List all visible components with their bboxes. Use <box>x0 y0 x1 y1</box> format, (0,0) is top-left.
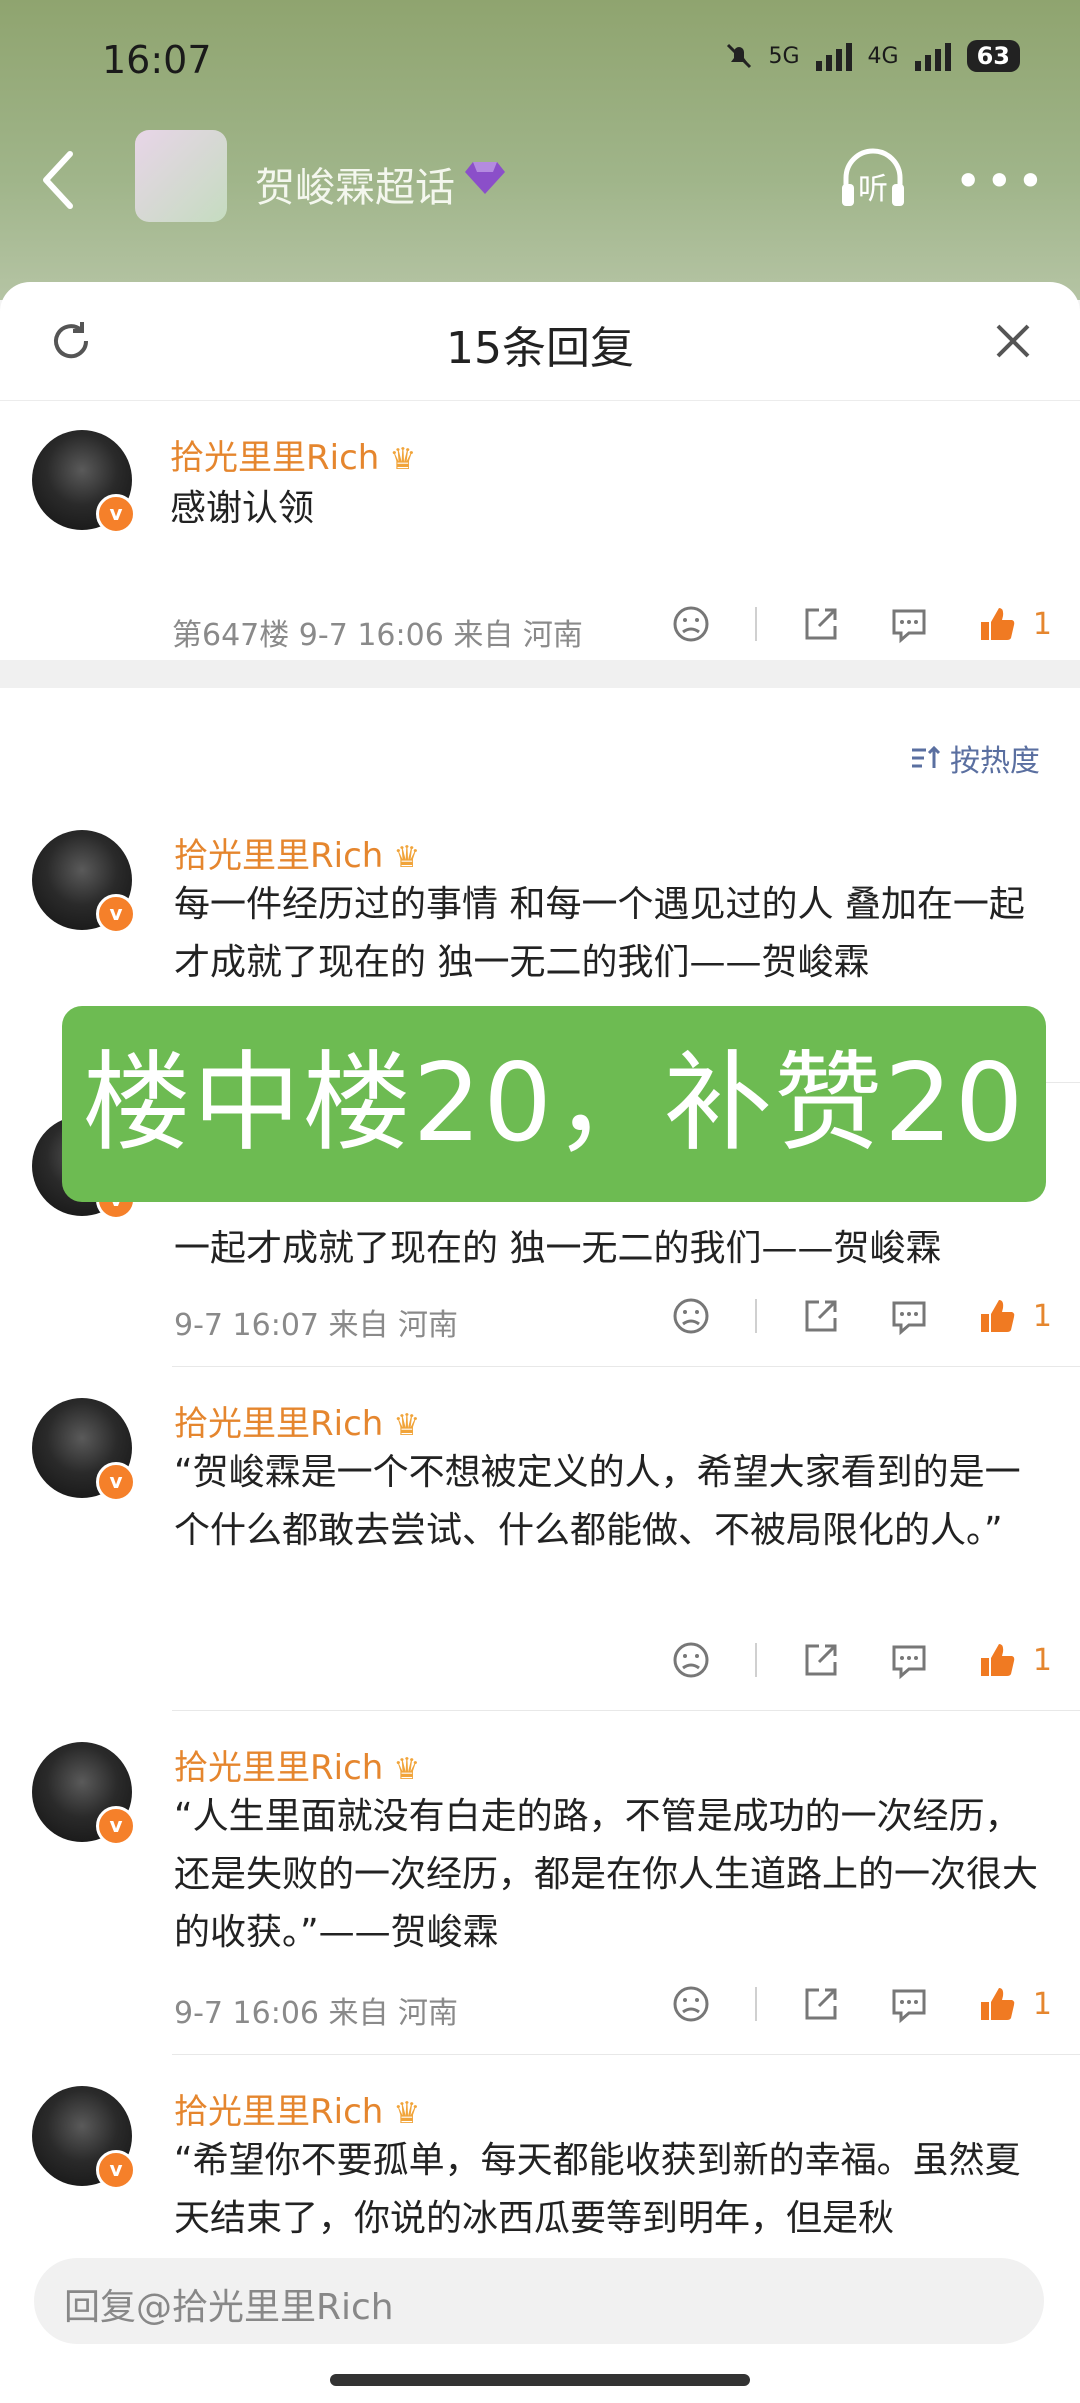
row-divider <box>172 2054 1080 2055</box>
reply-username[interactable]: 拾光里里Rich ♛ <box>174 1740 420 1789</box>
like-icon[interactable] <box>973 600 1021 648</box>
sheet-title: 15条回复 <box>446 323 634 374</box>
action-divider <box>754 607 757 641</box>
reply-input[interactable]: 回复@拾光里里Rich <box>34 2258 1044 2344</box>
comment-icon[interactable] <box>885 1292 933 1340</box>
sort-icon <box>912 745 941 768</box>
share-icon[interactable] <box>797 1636 845 1684</box>
reply-text: 一起才成就了现在的 独一无二的我们——贺峻霖 <box>174 1228 942 1269</box>
reply-username[interactable]: 拾光里里Rich ♛ <box>174 1396 420 1445</box>
comment-meta: 第647楼 9-7 16:06 来自 河南 <box>172 618 583 653</box>
gem-icon <box>465 162 505 194</box>
comment-text: 感谢认领 <box>170 488 315 529</box>
dislike-icon[interactable] <box>667 1292 715 1340</box>
more-options-icon[interactable]: ••• <box>955 154 1048 208</box>
signal-icon-2 <box>914 43 951 71</box>
avatar[interactable]: v <box>32 430 136 534</box>
sort-button[interactable]: 按热度 <box>910 736 1040 780</box>
dislike-icon[interactable] <box>667 1636 715 1684</box>
verified-badge: v <box>96 494 136 534</box>
sheet-header: 15条回复 <box>0 282 1080 401</box>
topic-title[interactable]: 贺峻霖超话 <box>255 155 455 213</box>
comment-username[interactable]: 拾光里里Rich ♛ <box>170 430 416 479</box>
listen-label: 听 <box>858 172 888 207</box>
share-icon[interactable] <box>797 1980 845 2028</box>
username-text: 拾光里里Rich <box>170 438 380 478</box>
crown-icon: ♛ <box>389 442 417 477</box>
share-icon[interactable] <box>797 1292 845 1340</box>
listen-button[interactable]: 听 <box>836 140 910 214</box>
comment-icon[interactable] <box>885 1980 933 2028</box>
topic-header: 贺峻霖超话 听 ••• <box>0 130 1080 230</box>
row-divider <box>172 1366 1080 1367</box>
like-icon[interactable] <box>973 1636 1021 1684</box>
back-arrow-icon[interactable] <box>28 140 88 220</box>
reply-text: “贺峻霖是一个不想被定义的人，希望大家看到的是一个什么都敢去尝试、什么都能做、不… <box>174 1452 1021 1551</box>
dislike-icon[interactable] <box>667 1980 715 2028</box>
avatar[interactable]: v <box>32 1742 136 1846</box>
dislike-icon[interactable] <box>667 600 715 648</box>
share-icon[interactable] <box>797 600 845 648</box>
like-count: 1 <box>1032 606 1052 642</box>
row-divider <box>172 1710 1080 1711</box>
reply-actions: 1 <box>627 1636 1052 1684</box>
close-icon[interactable] <box>990 318 1036 364</box>
reply-username[interactable]: 拾光里里Rich ♛ <box>174 828 420 877</box>
crown-icon: ♛ <box>393 2096 421 2131</box>
home-indicator[interactable] <box>330 2374 750 2386</box>
verified-badge: v <box>96 1462 136 1502</box>
like-count: 1 <box>1032 1986 1052 2022</box>
username-text: 拾光里里Rich <box>174 2092 384 2132</box>
reply-meta: 9-7 16:06 来自 河南 <box>174 1996 459 2031</box>
status-icons: 5G 4G 63 <box>723 40 1020 72</box>
like-icon[interactable] <box>973 1292 1021 1340</box>
signal-5g-label: 5G <box>768 43 800 69</box>
action-divider <box>754 1299 757 1333</box>
sort-label: 按热度 <box>950 744 1040 779</box>
username-text: 拾光里里Rich <box>174 1748 384 1788</box>
reply-username[interactable]: 拾光里里Rich ♛ <box>174 2084 420 2133</box>
mute-icon <box>726 43 751 69</box>
comment-actions: 1 <box>627 600 1052 648</box>
comment-icon[interactable] <box>885 600 933 648</box>
crown-icon: ♛ <box>393 1408 421 1443</box>
action-divider <box>754 1987 757 2021</box>
avatar[interactable]: v <box>32 830 136 934</box>
crown-icon: ♛ <box>393 840 421 875</box>
topic-avatar[interactable] <box>135 130 227 222</box>
like-count: 1 <box>1032 1642 1052 1678</box>
verified-badge: v <box>96 894 136 934</box>
avatar[interactable]: v <box>32 2086 136 2190</box>
action-divider <box>754 1643 757 1677</box>
username-text: 拾光里里Rich <box>174 836 384 876</box>
reply-text: “人生里面就没有白走的路，不管是成功的一次经历，还是失败的一次经历，都是在你人生… <box>174 1796 1039 1953</box>
reply-placeholder: 回复@拾光里里Rich <box>64 2287 394 2328</box>
like-count: 1 <box>1032 1298 1052 1334</box>
status-time: 16:07 <box>102 38 212 82</box>
reply-sheet: 15条回复 v 拾光里里Rich ♛ 感谢认领 第647楼 9-7 16:06 来… <box>0 282 1080 2403</box>
reply-meta: 9-7 16:07 来自 河南 <box>174 1308 459 1343</box>
verified-badge: v <box>96 2150 136 2190</box>
promo-banner: 楼中楼20，补赞20 <box>62 1006 1046 1202</box>
signal-4g-label: 4G <box>867 43 899 69</box>
signal-icon <box>815 43 852 71</box>
verified-badge: v <box>96 1806 136 1846</box>
reply-text: “希望你不要孤单，每天都能收获到新的幸福。虽然夏天结束了，你说的冰西瓜要等到明年… <box>174 2140 1021 2239</box>
reply-actions: 1 <box>627 1980 1052 2028</box>
main-comment: v 拾光里里Rich ♛ 感谢认领 第647楼 9-7 16:06 来自 河南 1 <box>0 400 1080 660</box>
reply-text: 每一件经历过的事情 和每一个遇见过的人 叠加在一起才成就了现在的 独一无二的我们… <box>174 884 1025 983</box>
username-text: 拾光里里Rich <box>174 1404 384 1444</box>
battery-level: 63 <box>966 40 1020 72</box>
reply-actions: 1 <box>627 1292 1052 1340</box>
like-icon[interactable] <box>973 1980 1021 2028</box>
crown-icon: ♛ <box>393 1752 421 1787</box>
comment-icon[interactable] <box>885 1636 933 1684</box>
avatar[interactable]: v <box>32 1398 136 1502</box>
status-bar: 16:07 5G 4G 63 <box>0 0 1080 130</box>
section-gap <box>0 660 1080 688</box>
